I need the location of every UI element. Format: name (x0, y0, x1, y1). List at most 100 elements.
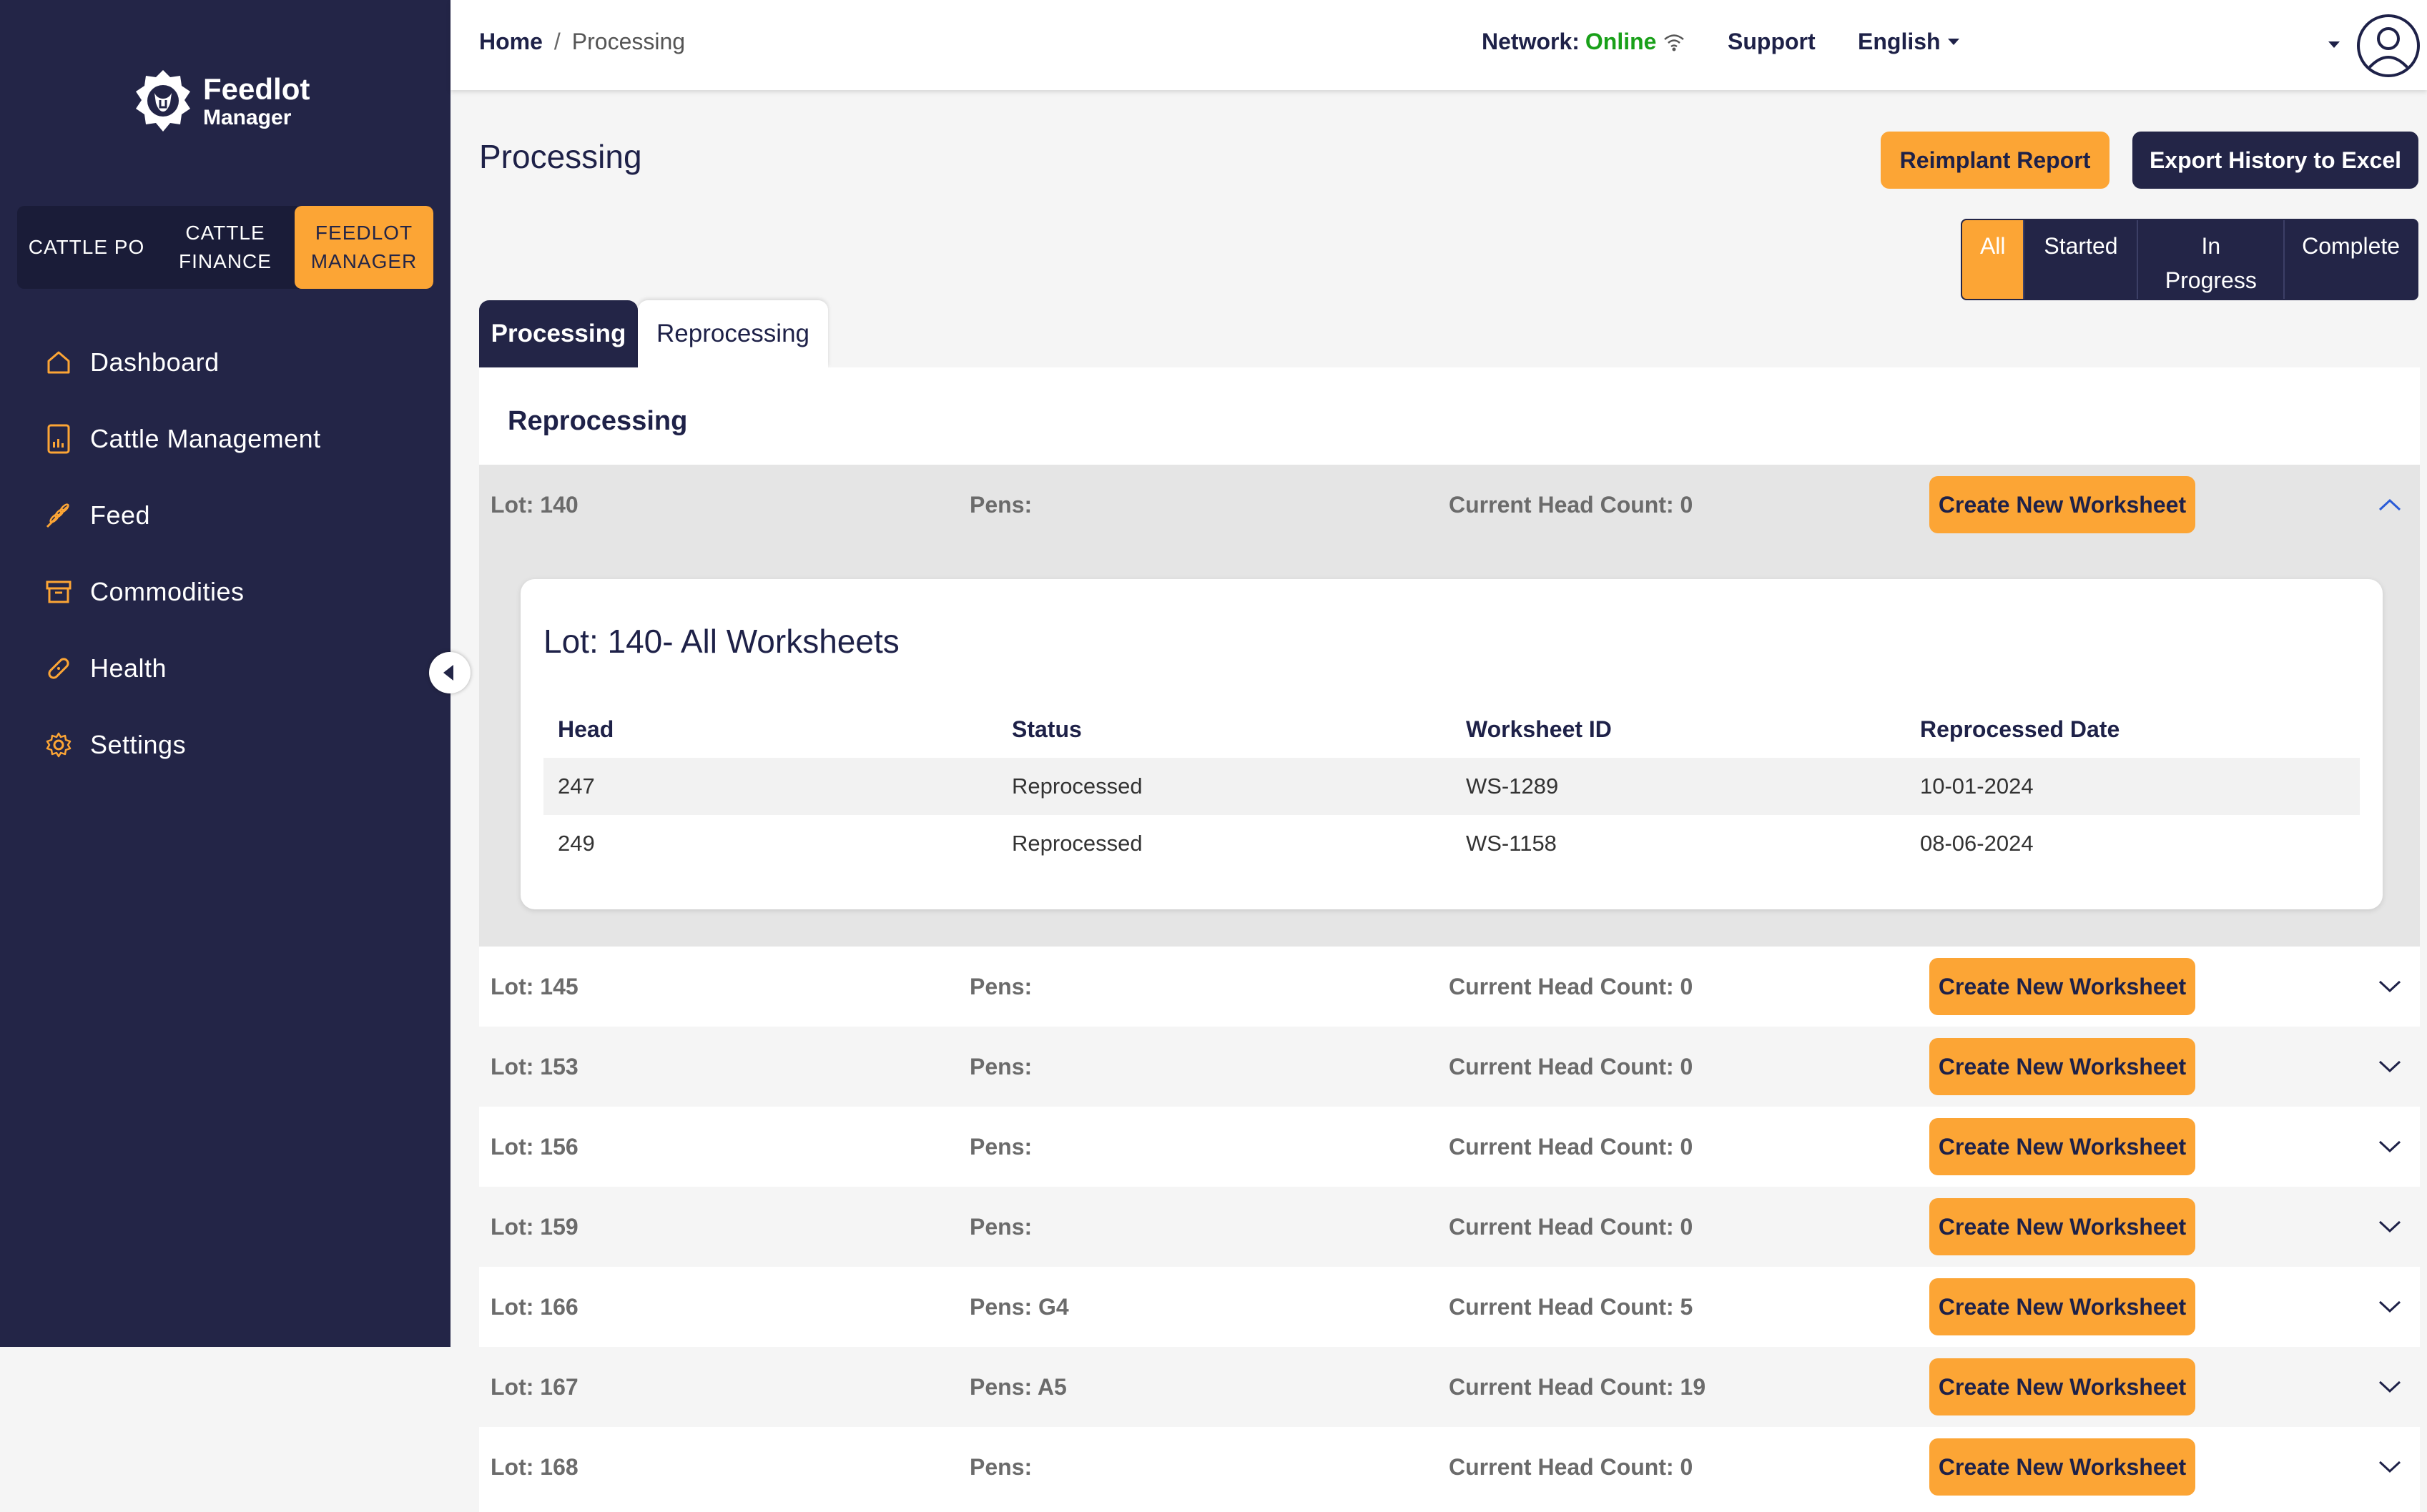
tablet-chart-icon (43, 423, 74, 455)
sidebar-nav: Dashboard Cattle Management Feed Commodi… (43, 343, 321, 802)
network-status: Network: Online (1482, 29, 1685, 55)
network-label: Network: (1482, 29, 1580, 54)
lot-row[interactable]: Lot: 168 Pens: Current Head Count: 0 Cre… (479, 1427, 2420, 1507)
chevron-down-icon[interactable] (2376, 1373, 2404, 1401)
create-worksheet-button[interactable]: Create New Worksheet (1929, 1438, 2195, 1496)
breadcrumb: Home / Processing (479, 29, 685, 55)
user-icon (2367, 27, 2410, 70)
sidebar-item-label: Commodities (90, 577, 245, 606)
app-logo[interactable]: Feedlot Manager (133, 67, 310, 136)
table-row[interactable]: 249 Reprocessed WS-1158 08-06-2024 (543, 815, 2360, 872)
wheat-icon (43, 500, 74, 531)
create-worksheet-button[interactable]: Create New Worksheet (1929, 476, 2195, 533)
lot-head-count: Current Head Count: 0 (1449, 1453, 1693, 1480)
language-label: English (1858, 29, 1941, 54)
chevron-down-icon[interactable] (2376, 1052, 2404, 1081)
worksheets-title: Lot: 140- All Worksheets (543, 623, 900, 660)
chevron-down-icon (1947, 39, 1959, 45)
switch-feedlot-manager[interactable]: FEEDLOT MANAGER (295, 206, 433, 289)
feedlot-logo-icon (136, 70, 190, 132)
switch-cattle-finance[interactable]: CATTLE FINANCE (156, 206, 295, 289)
logo-title: Feedlot (203, 72, 310, 106)
reprocessing-panel: Reprocessing Lot: 140- All Worksheets He… (479, 367, 2420, 1512)
chevron-down-icon[interactable] (2376, 1132, 2404, 1161)
archive-box-icon (43, 576, 74, 608)
lot-row[interactable]: Lot: 145 Pens: Current Head Count: 0 Cre… (479, 947, 2420, 1027)
lot-pens: Pens: (970, 973, 1033, 999)
user-avatar[interactable] (2357, 14, 2420, 77)
chevron-down-icon[interactable] (2376, 1293, 2404, 1321)
lot-number: Lot: 159 (491, 1213, 579, 1240)
lot-pens: Pens: (970, 1453, 1033, 1480)
switch-label: FEEDLOT MANAGER (310, 222, 418, 272)
logo-subtitle: Manager (203, 106, 292, 129)
lot-row[interactable]: Lot: 156 Pens: Current Head Count: 0 Cre… (479, 1107, 2420, 1187)
table-row[interactable]: 247 Reprocessed WS-1289 10-01-2024 (543, 758, 2360, 815)
chevron-down-icon[interactable] (2376, 1212, 2404, 1241)
switch-cattle-po[interactable]: CATTLE PO (17, 206, 156, 289)
reimplant-report-button[interactable]: Reimplant Report (1881, 132, 2110, 189)
lot-row[interactable]: Lot: 167 Pens: A5 Current Head Count: 19… (479, 1347, 2420, 1427)
chevron-down-icon[interactable] (2376, 1453, 2404, 1481)
lot-number: Lot: 140 (491, 491, 579, 518)
sidebar-item-cattle-management[interactable]: Cattle Management (43, 420, 321, 458)
sidebar-item-label: Dashboard (90, 347, 220, 377)
create-worksheet-button[interactable]: Create New Worksheet (1929, 1278, 2195, 1335)
cell-reprocessed-date: 10-01-2024 (1920, 774, 2034, 799)
cell-status: Reprocessed (1012, 774, 1143, 799)
lot-pens: Pens: (970, 1133, 1033, 1160)
create-worksheet-button[interactable]: Create New Worksheet (1929, 1358, 2195, 1415)
app-switcher: CATTLE PO CATTLE FINANCE FEEDLOT MANAGER (17, 206, 433, 289)
sidebar-item-label: Health (90, 653, 167, 683)
lot-number: Lot: 166 (491, 1293, 579, 1320)
page-title: Processing (479, 138, 642, 175)
tab-processing[interactable]: Processing (479, 300, 638, 367)
breadcrumb-home-link[interactable]: Home (479, 29, 543, 55)
column-header-head: Head (558, 716, 614, 742)
home-icon (43, 347, 74, 378)
filter-all[interactable]: All (1962, 220, 2024, 299)
create-worksheet-button[interactable]: Create New Worksheet (1929, 1198, 2195, 1255)
lot-head-count: Current Head Count: 19 (1449, 1373, 1706, 1400)
chevron-up-icon[interactable] (2376, 490, 2404, 519)
lot-pens: Pens: (970, 491, 1033, 518)
bandage-icon (43, 653, 74, 684)
create-worksheet-button[interactable]: Create New Worksheet (1929, 958, 2195, 1015)
table-header: Head Status Worksheet ID Reprocessed Dat… (543, 701, 2360, 758)
sidebar-item-label: Feed (90, 500, 151, 530)
lot-number: Lot: 167 (491, 1373, 579, 1400)
filter-complete[interactable]: Complete (2283, 220, 2417, 299)
network-value: Online (1585, 29, 1657, 54)
lot-row[interactable]: Lot: 159 Pens: Current Head Count: 0 Cre… (479, 1187, 2420, 1267)
language-dropdown[interactable]: English (1858, 29, 1959, 55)
user-menu-caret-icon[interactable] (2328, 41, 2340, 48)
top-bar: Home / Processing Network: Online Suppor… (451, 0, 2427, 90)
lot-row[interactable]: Lot: 140 Pens: Current Head Count: 0 Cre… (479, 465, 2420, 545)
create-worksheet-button[interactable]: Create New Worksheet (1929, 1038, 2195, 1095)
chevron-down-icon[interactable] (2376, 972, 2404, 1001)
lot-row[interactable]: Lot: 166 Pens: G4 Current Head Count: 5 … (479, 1267, 2420, 1347)
lot-row[interactable]: Lot: 153 Pens: Current Head Count: 0 Cre… (479, 1027, 2420, 1107)
lot-pens: Pens: (970, 1053, 1033, 1079)
column-header-reprocessed-date: Reprocessed Date (1920, 716, 2120, 742)
tab-reprocessing[interactable]: Reprocessing (638, 300, 828, 367)
lot-head-count: Current Head Count: 0 (1449, 1133, 1693, 1160)
export-history-button[interactable]: Export History to Excel (2132, 132, 2418, 189)
filter-started[interactable]: Started (2023, 220, 2137, 299)
lot-head-count: Current Head Count: 0 (1449, 491, 1693, 518)
sidebar-item-health[interactable]: Health (43, 649, 321, 688)
worksheets-table: Head Status Worksheet ID Reprocessed Dat… (543, 701, 2360, 872)
support-link[interactable]: Support (1728, 29, 1816, 55)
sidebar-item-settings[interactable]: Settings (43, 726, 321, 764)
cell-head: 247 (558, 774, 595, 799)
sidebar-item-commodities[interactable]: Commodities (43, 573, 321, 611)
collapse-sidebar-button[interactable] (429, 652, 471, 693)
wifi-icon (1664, 34, 1685, 51)
switch-label: CATTLE PO (28, 236, 145, 258)
lot-pens: Pens: G4 (970, 1293, 1069, 1320)
column-header-status: Status (1012, 716, 1082, 742)
filter-in-progress[interactable]: In Progress (2137, 220, 2283, 299)
sidebar-item-feed[interactable]: Feed (43, 496, 321, 535)
sidebar-item-dashboard[interactable]: Dashboard (43, 343, 321, 382)
create-worksheet-button[interactable]: Create New Worksheet (1929, 1118, 2195, 1175)
